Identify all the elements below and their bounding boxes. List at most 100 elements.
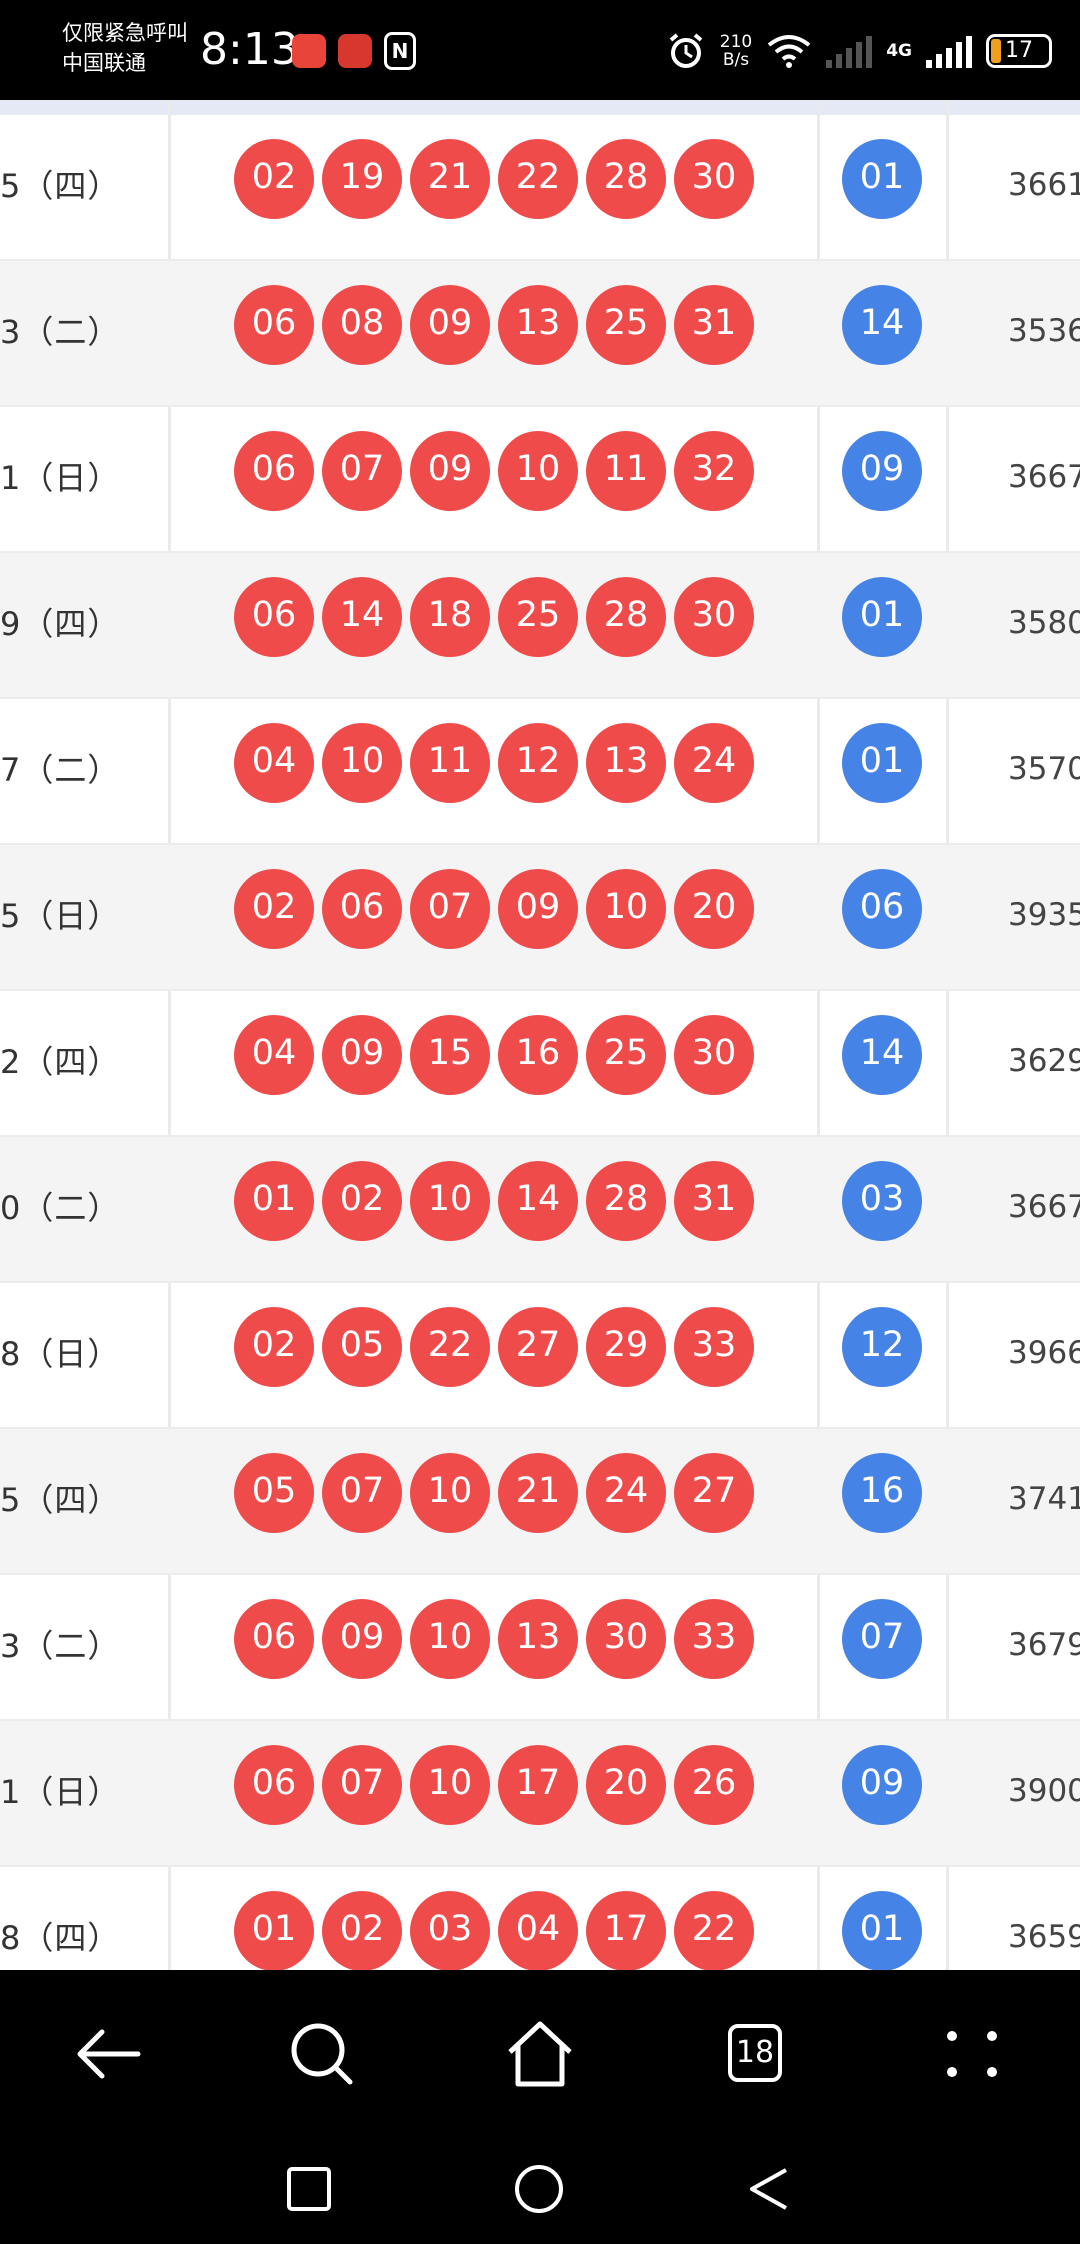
red-ball: 11	[586, 431, 666, 511]
signal-icon	[926, 34, 972, 68]
table-row[interactable]: 3（二） 06 09 10 13 30 33 07 3679	[0, 1575, 1080, 1721]
red-ball: 32	[674, 431, 754, 511]
red-ball: 17	[586, 1891, 666, 1970]
red-ball: 28	[586, 577, 666, 657]
search-icon[interactable]	[282, 2014, 362, 2094]
red-balls: 04 10 11 12 13 24	[234, 723, 754, 803]
red-ball: 31	[674, 285, 754, 365]
draw-date: 1（日）	[0, 459, 121, 497]
red-ball: 30	[586, 1599, 666, 1679]
signal-icon-sim1	[826, 34, 873, 68]
nfc-icon: N	[384, 32, 416, 70]
table-row[interactable]: 8（四） 01 02 03 04 17 22 01 3659	[0, 1867, 1080, 1970]
red-ball: 14	[322, 577, 402, 657]
red-ball: 26	[674, 1745, 754, 1825]
draw-date: 8（日）	[0, 1335, 121, 1373]
draw-date: 5（四）	[0, 1481, 121, 1519]
amount-cell: 3966	[1008, 1335, 1080, 1371]
table-row[interactable]: 9（四） 06 14 18 25 28 30 01 3580	[0, 553, 1080, 699]
table-row[interactable]: 2（四） 04 09 15 16 25 30 14 3629	[0, 991, 1080, 1137]
red-ball: 02	[322, 1161, 402, 1241]
red-ball: 04	[234, 723, 314, 803]
draw-date: 3（二）	[0, 1627, 121, 1665]
amount-cell: 3580	[1008, 605, 1080, 641]
alarm-icon	[669, 33, 703, 68]
red-ball: 14	[498, 1161, 578, 1241]
home-icon[interactable]	[500, 2014, 580, 2094]
amount-cell: 3679	[1008, 1627, 1080, 1663]
app-icon-2	[338, 34, 372, 68]
table-row[interactable]: 1（日） 06 07 10 17 20 26 09 3900	[0, 1721, 1080, 1867]
table-row[interactable]: 5（四） 02 19 21 22 28 30 01 3661	[0, 115, 1080, 261]
red-ball: 01	[234, 1891, 314, 1970]
red-ball: 06	[322, 869, 402, 949]
draw-date: 0（二）	[0, 1189, 121, 1227]
red-ball: 13	[586, 723, 666, 803]
carrier-line-1: 仅限紧急呼叫	[62, 21, 188, 45]
amount-cell: 3570	[1008, 751, 1080, 787]
red-ball: 29	[586, 1307, 666, 1387]
red-ball: 06	[234, 431, 314, 511]
red-balls: 04 09 15 16 25 30	[234, 1015, 754, 1095]
table-row[interactable]: 0（二） 01 02 10 14 28 31 03 3667	[0, 1137, 1080, 1283]
blue-ball: 09	[842, 1745, 922, 1825]
amount-cell: 3629	[1008, 1043, 1080, 1079]
battery-level: 17	[1005, 38, 1033, 63]
red-ball: 22	[498, 139, 578, 219]
red-ball: 10	[410, 1453, 490, 1533]
back-icon[interactable]	[68, 2014, 148, 2094]
red-ball: 13	[498, 285, 578, 365]
table-row[interactable]: 8（日） 02 05 22 27 29 33 12 3966	[0, 1283, 1080, 1429]
red-ball: 10	[410, 1161, 490, 1241]
blue-ball: 12	[842, 1307, 922, 1387]
net-speed: 210 B/s	[720, 33, 752, 69]
carrier-info: 仅限紧急呼叫 中国联通	[62, 18, 188, 78]
red-ball: 12	[498, 723, 578, 803]
menu-icon[interactable]	[932, 2014, 1012, 2094]
red-ball: 27	[498, 1307, 578, 1387]
red-ball: 31	[674, 1161, 754, 1241]
red-ball: 19	[322, 139, 402, 219]
recents-icon[interactable]	[284, 2164, 334, 2214]
red-ball: 13	[498, 1599, 578, 1679]
blue-ball: 14	[842, 285, 922, 365]
red-ball: 09	[322, 1015, 402, 1095]
carrier-line-2: 中国联通	[62, 51, 146, 75]
red-ball: 16	[498, 1015, 578, 1095]
amount-cell: 3900	[1008, 1773, 1080, 1809]
amount-cell: 3935	[1008, 897, 1080, 933]
table-row[interactable]: 3（二） 06 08 09 13 25 31 14 3536	[0, 261, 1080, 407]
red-ball: 33	[674, 1307, 754, 1387]
red-ball: 24	[674, 723, 754, 803]
draw-date: 3（二）	[0, 313, 121, 351]
red-ball: 30	[674, 139, 754, 219]
lottery-results-table[interactable]: 5（四） 02 19 21 22 28 30 01 3661 3（二） 06 08 09 13 25 31 14…	[0, 100, 1080, 1970]
table-row[interactable]: 1（日） 06 07 09 10 11 32 09 3667	[0, 407, 1080, 553]
red-balls: 06 07 10 17 20 26	[234, 1745, 754, 1825]
draw-date: 7（二）	[0, 751, 121, 789]
red-ball: 09	[410, 285, 490, 365]
back-triangle-icon[interactable]	[744, 2164, 794, 2214]
draw-date: 1（日）	[0, 1773, 121, 1811]
tabs-button[interactable]: 18	[728, 2024, 782, 2082]
clock: 8:13	[200, 24, 299, 75]
amount-cell: 3659	[1008, 1919, 1080, 1955]
red-ball: 30	[674, 577, 754, 657]
status-icons: 210 B/s 4G 17	[666, 28, 1052, 74]
red-ball: 11	[410, 723, 490, 803]
red-ball: 01	[234, 1161, 314, 1241]
amount-cell: 3536	[1008, 313, 1080, 349]
red-ball: 02	[234, 869, 314, 949]
red-balls: 01 02 03 04 17 22	[234, 1891, 754, 1970]
red-ball: 04	[234, 1015, 314, 1095]
status-bar: 仅限紧急呼叫 中国联通 8:13 N 210 B/s 4G 17	[0, 0, 1080, 100]
red-ball: 18	[410, 577, 490, 657]
table-row[interactable]: 5（日） 02 06 07 09 10 20 06 3935	[0, 845, 1080, 991]
table-row[interactable]: 7（二） 04 10 11 12 13 24 01 3570	[0, 699, 1080, 845]
table-row[interactable]: 5（四） 05 07 10 21 24 27 16 3741	[0, 1429, 1080, 1575]
net-speed-value: 210	[719, 32, 753, 52]
red-ball: 25	[586, 285, 666, 365]
home-circle-icon[interactable]	[512, 2162, 566, 2216]
draw-date: 8（四）	[0, 1919, 121, 1957]
bottom-navigation: 18	[0, 1970, 1080, 2244]
